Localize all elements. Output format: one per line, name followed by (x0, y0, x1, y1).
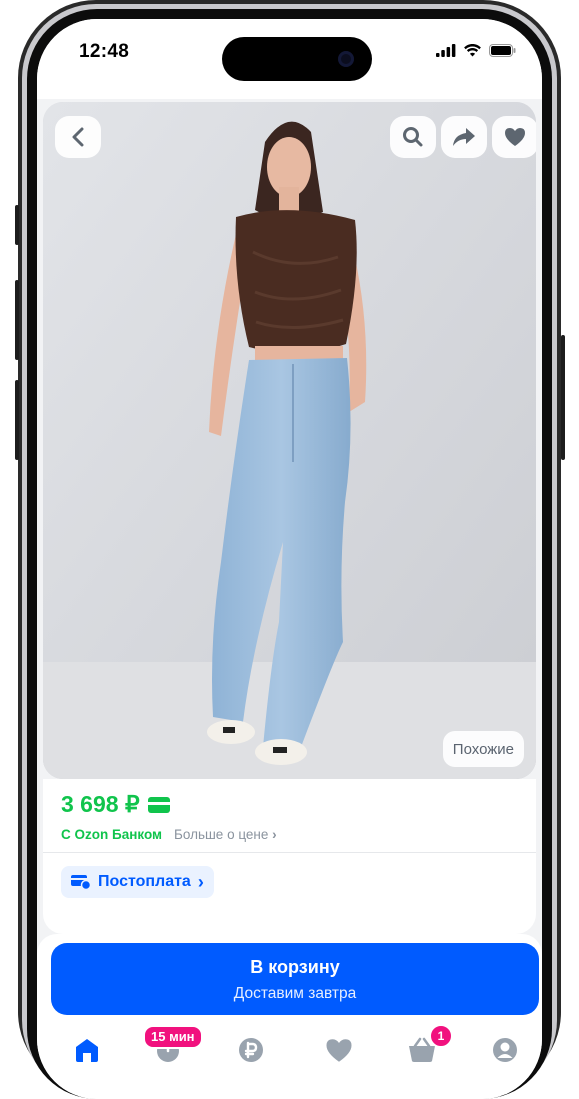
search-button[interactable] (390, 116, 436, 158)
chevron-right-icon: › (272, 827, 277, 842)
share-button[interactable] (441, 116, 487, 158)
tab-home[interactable] (70, 1035, 104, 1065)
dynamic-island (222, 37, 372, 81)
heart-icon (505, 128, 525, 146)
home-icon (76, 1039, 98, 1062)
battery-icon (489, 43, 516, 57)
more-about-price-label: Больше о цене (174, 827, 269, 842)
bank-row: С Ozon Банком Больше о цене › (61, 827, 277, 842)
phone-volume-up-button (15, 280, 19, 360)
screen: 12:48 Похожие 3 698 ₽ С Ozon Банком Боль… (37, 19, 542, 1099)
status-bar: 12:48 (37, 19, 542, 99)
back-button[interactable] (55, 116, 101, 158)
tab-finance[interactable] (234, 1035, 268, 1065)
fresh-delivery-badge: 15 мин (143, 1025, 203, 1049)
price-panel: 3 698 ₽ С Ozon Банком Больше о цене › Пос… (43, 779, 536, 934)
add-to-cart-label: В корзину (250, 957, 340, 977)
product-photo[interactable]: Похожие (43, 102, 536, 779)
postpay-chip[interactable]: Постоплата › (61, 866, 214, 898)
profile-icon (493, 1038, 517, 1062)
card-clock-icon (71, 875, 91, 890)
phone-action-button (15, 205, 19, 245)
favorite-button[interactable] (492, 116, 536, 158)
front-camera-icon (338, 51, 354, 67)
status-time: 12:48 (79, 41, 130, 62)
add-to-cart-button[interactable]: В корзину Доставим завтра (51, 943, 539, 1015)
wifi-icon (464, 44, 481, 57)
phone-power-button (561, 335, 565, 460)
phone-volume-down-button (15, 380, 19, 460)
cart-count-badge: 1 (429, 1024, 453, 1048)
price-row: 3 698 ₽ (61, 791, 170, 818)
delivery-label: Доставим завтра (233, 985, 357, 1002)
ruble-coin-icon (239, 1038, 263, 1062)
status-icons (436, 43, 516, 57)
bottom-bar: В корзину Доставим завтра 15 мин 1 (37, 934, 542, 1099)
search-icon (403, 127, 423, 147)
heart-icon (326, 1038, 352, 1062)
price-value: 3 698 ₽ (61, 791, 140, 817)
cellular-signal-icon (436, 43, 456, 57)
postpay-label: Постоплата (98, 873, 191, 890)
ozon-bank-label: С Ozon Банком (61, 827, 162, 842)
share-arrow-icon (453, 128, 475, 146)
product-photo-image (43, 102, 536, 779)
more-about-price-link[interactable]: Больше о цене › (174, 827, 277, 842)
chevron-left-icon (72, 127, 84, 147)
divider (43, 852, 536, 853)
similar-products-button[interactable]: Похожие (442, 731, 524, 767)
bank-card-icon (147, 796, 170, 813)
chevron-right-icon: › (197, 871, 204, 892)
tab-profile[interactable] (488, 1035, 522, 1065)
tab-favorites[interactable] (322, 1035, 356, 1065)
